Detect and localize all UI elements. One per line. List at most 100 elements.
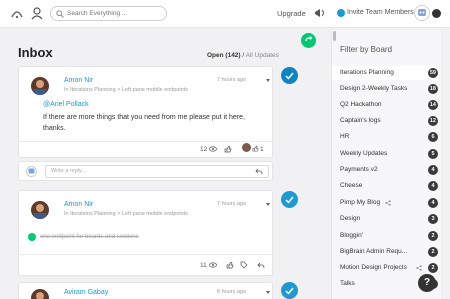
board-filter-sidebar: Filter by Board Iterations Planning 59 D… (331, 30, 441, 299)
inbox-filter: Open (142) / All Updates (207, 52, 279, 59)
robot-avatar-icon (28, 168, 35, 174)
invite-team-link[interactable]: Invite Team Members (347, 9, 414, 16)
board-name: Motion Design Projects (340, 264, 407, 271)
robot-avatar-icon (418, 9, 426, 16)
board-path[interactable]: In Iterations Planning > Left pane mobil… (64, 211, 188, 217)
post-body-line: If there are more things that you need f… (43, 114, 245, 121)
board-name: Iterations Planning (340, 69, 394, 76)
board-count-badge: 6 (428, 132, 438, 142)
board-count-badge: 18 (427, 84, 438, 94)
logo-icon[interactable] (10, 6, 24, 20)
reply-icon[interactable] (255, 168, 263, 175)
account-dropdown-icon[interactable] (432, 9, 441, 18)
eye-icon[interactable] (209, 262, 217, 268)
upgrade-link[interactable]: Upgrade (277, 9, 306, 18)
board-filter-item[interactable]: Payments v2 4 (332, 163, 438, 177)
board-count-badge: 12 (427, 116, 438, 126)
all-updates-tab[interactable]: All Updates (246, 52, 279, 59)
page-title: Inbox (18, 45, 53, 60)
board-filter-item[interactable]: Design 2-Weekly Tasks 18 (332, 82, 438, 96)
board-filter-item[interactable]: HR 6 (332, 130, 438, 144)
board-filter-item[interactable]: Iterations Planning 59 (332, 66, 438, 80)
board-name: Payments v2 (340, 166, 378, 173)
board-filter-item[interactable]: Bloggin' 2 (332, 229, 438, 243)
open-updates-tab[interactable]: Open (142) (207, 52, 241, 59)
board-name: Design (340, 215, 361, 222)
check-icon (285, 72, 294, 80)
board-count-badge: 2 (428, 247, 438, 257)
board-name: BigBrain Admin Requ... (340, 248, 408, 255)
board-name: Design 2-Weekly Tasks (340, 85, 408, 92)
share-icon (416, 265, 422, 271)
board-filter-item[interactable]: Design 3 (332, 212, 438, 226)
share-icon (385, 200, 391, 206)
board-filter-item[interactable]: Captain's logs 12 (332, 114, 438, 128)
board-count-badge: 3 (428, 214, 438, 224)
board-count-badge: 4 (428, 181, 438, 191)
views-count: 11 (200, 262, 207, 269)
mark-done-button[interactable] (281, 191, 298, 208)
reply-icon[interactable] (257, 262, 265, 269)
author-avatar[interactable] (31, 289, 49, 299)
author-avatar[interactable] (31, 77, 49, 95)
board-filter-item[interactable]: Pimp My Blog 4 (332, 196, 438, 210)
refresh-icon (305, 36, 313, 42)
my-avatar (26, 166, 37, 177)
megaphone-icon[interactable] (314, 7, 326, 19)
author-name[interactable]: Aviram Gabay (64, 289, 108, 296)
board-name: Q2 Hackathon (340, 101, 382, 108)
tag-icon[interactable] (240, 261, 248, 269)
board-filter-item[interactable]: Cheese 4 (332, 179, 438, 193)
author-name[interactable]: Amon Nir (64, 77, 93, 84)
board-filter-item[interactable]: Weekly Updates 5 (332, 147, 438, 161)
board-filter-item[interactable]: Q2 Hackathon 14 (332, 98, 438, 112)
like-count-icon (252, 145, 259, 152)
avatar[interactable] (414, 5, 430, 21)
mark-done-button[interactable] (281, 282, 298, 299)
board-count-badge: 4 (428, 165, 438, 175)
board-name: Bloggin' (340, 232, 363, 239)
mention-link[interactable]: @Ariel Pollack (43, 101, 89, 108)
chevron-down-icon[interactable] (266, 79, 270, 82)
done-check-icon (28, 233, 36, 241)
board-count-badge: 2 (428, 263, 438, 273)
chevron-down-icon[interactable] (266, 291, 270, 294)
author-avatar[interactable] (31, 201, 49, 219)
person-avatar-icon (34, 204, 46, 219)
like-icon[interactable] (224, 145, 232, 153)
chevron-down-icon[interactable] (266, 203, 270, 206)
likes-count: 1 (260, 146, 264, 153)
search-input[interactable] (67, 8, 163, 19)
sidebar-title: Filter by Board (340, 45, 393, 54)
author-name[interactable]: Amon Nir (64, 201, 93, 208)
scrollbar-thumb[interactable] (333, 31, 336, 41)
board-name: Captain's logs (340, 117, 381, 124)
board-filter-item[interactable]: Motion Design Projects 2 (332, 261, 438, 275)
mark-done-button[interactable] (281, 67, 298, 84)
views-count: 12 (200, 146, 208, 153)
board-filter-item[interactable]: BigBrain Admin Requ... 2 (332, 245, 438, 259)
board-name: Pimp My Blog (340, 199, 381, 206)
eye-icon[interactable] (209, 146, 217, 152)
invite-icon[interactable] (337, 9, 345, 17)
post-time: 7 hours ago (217, 201, 247, 207)
reply-box: Write a reply... (18, 161, 273, 181)
update-card: Amon Nir In Iterations Planning > Left p… (18, 190, 273, 276)
update-card: Amon Nir In Iterations Planning > Left p… (18, 66, 273, 158)
person-avatar-icon (34, 80, 46, 95)
board-name: Talks (340, 280, 355, 287)
like-icon[interactable] (226, 261, 234, 269)
check-icon (285, 287, 294, 295)
user-menu-icon[interactable] (30, 6, 44, 20)
person-avatar-icon (36, 292, 44, 299)
search-box[interactable] (50, 6, 167, 21)
help-button[interactable]: ? (418, 274, 436, 292)
liker-avatar[interactable] (242, 143, 251, 152)
divider (19, 254, 272, 255)
refresh-button[interactable] (301, 33, 316, 48)
board-path[interactable]: In Iterations Planning > Left pane mobil… (64, 87, 188, 93)
search-icon (56, 10, 64, 18)
board-name: HR (340, 133, 350, 140)
post-time: 7 hours ago (217, 77, 247, 83)
reply-input[interactable]: Write a reply... (45, 165, 269, 178)
